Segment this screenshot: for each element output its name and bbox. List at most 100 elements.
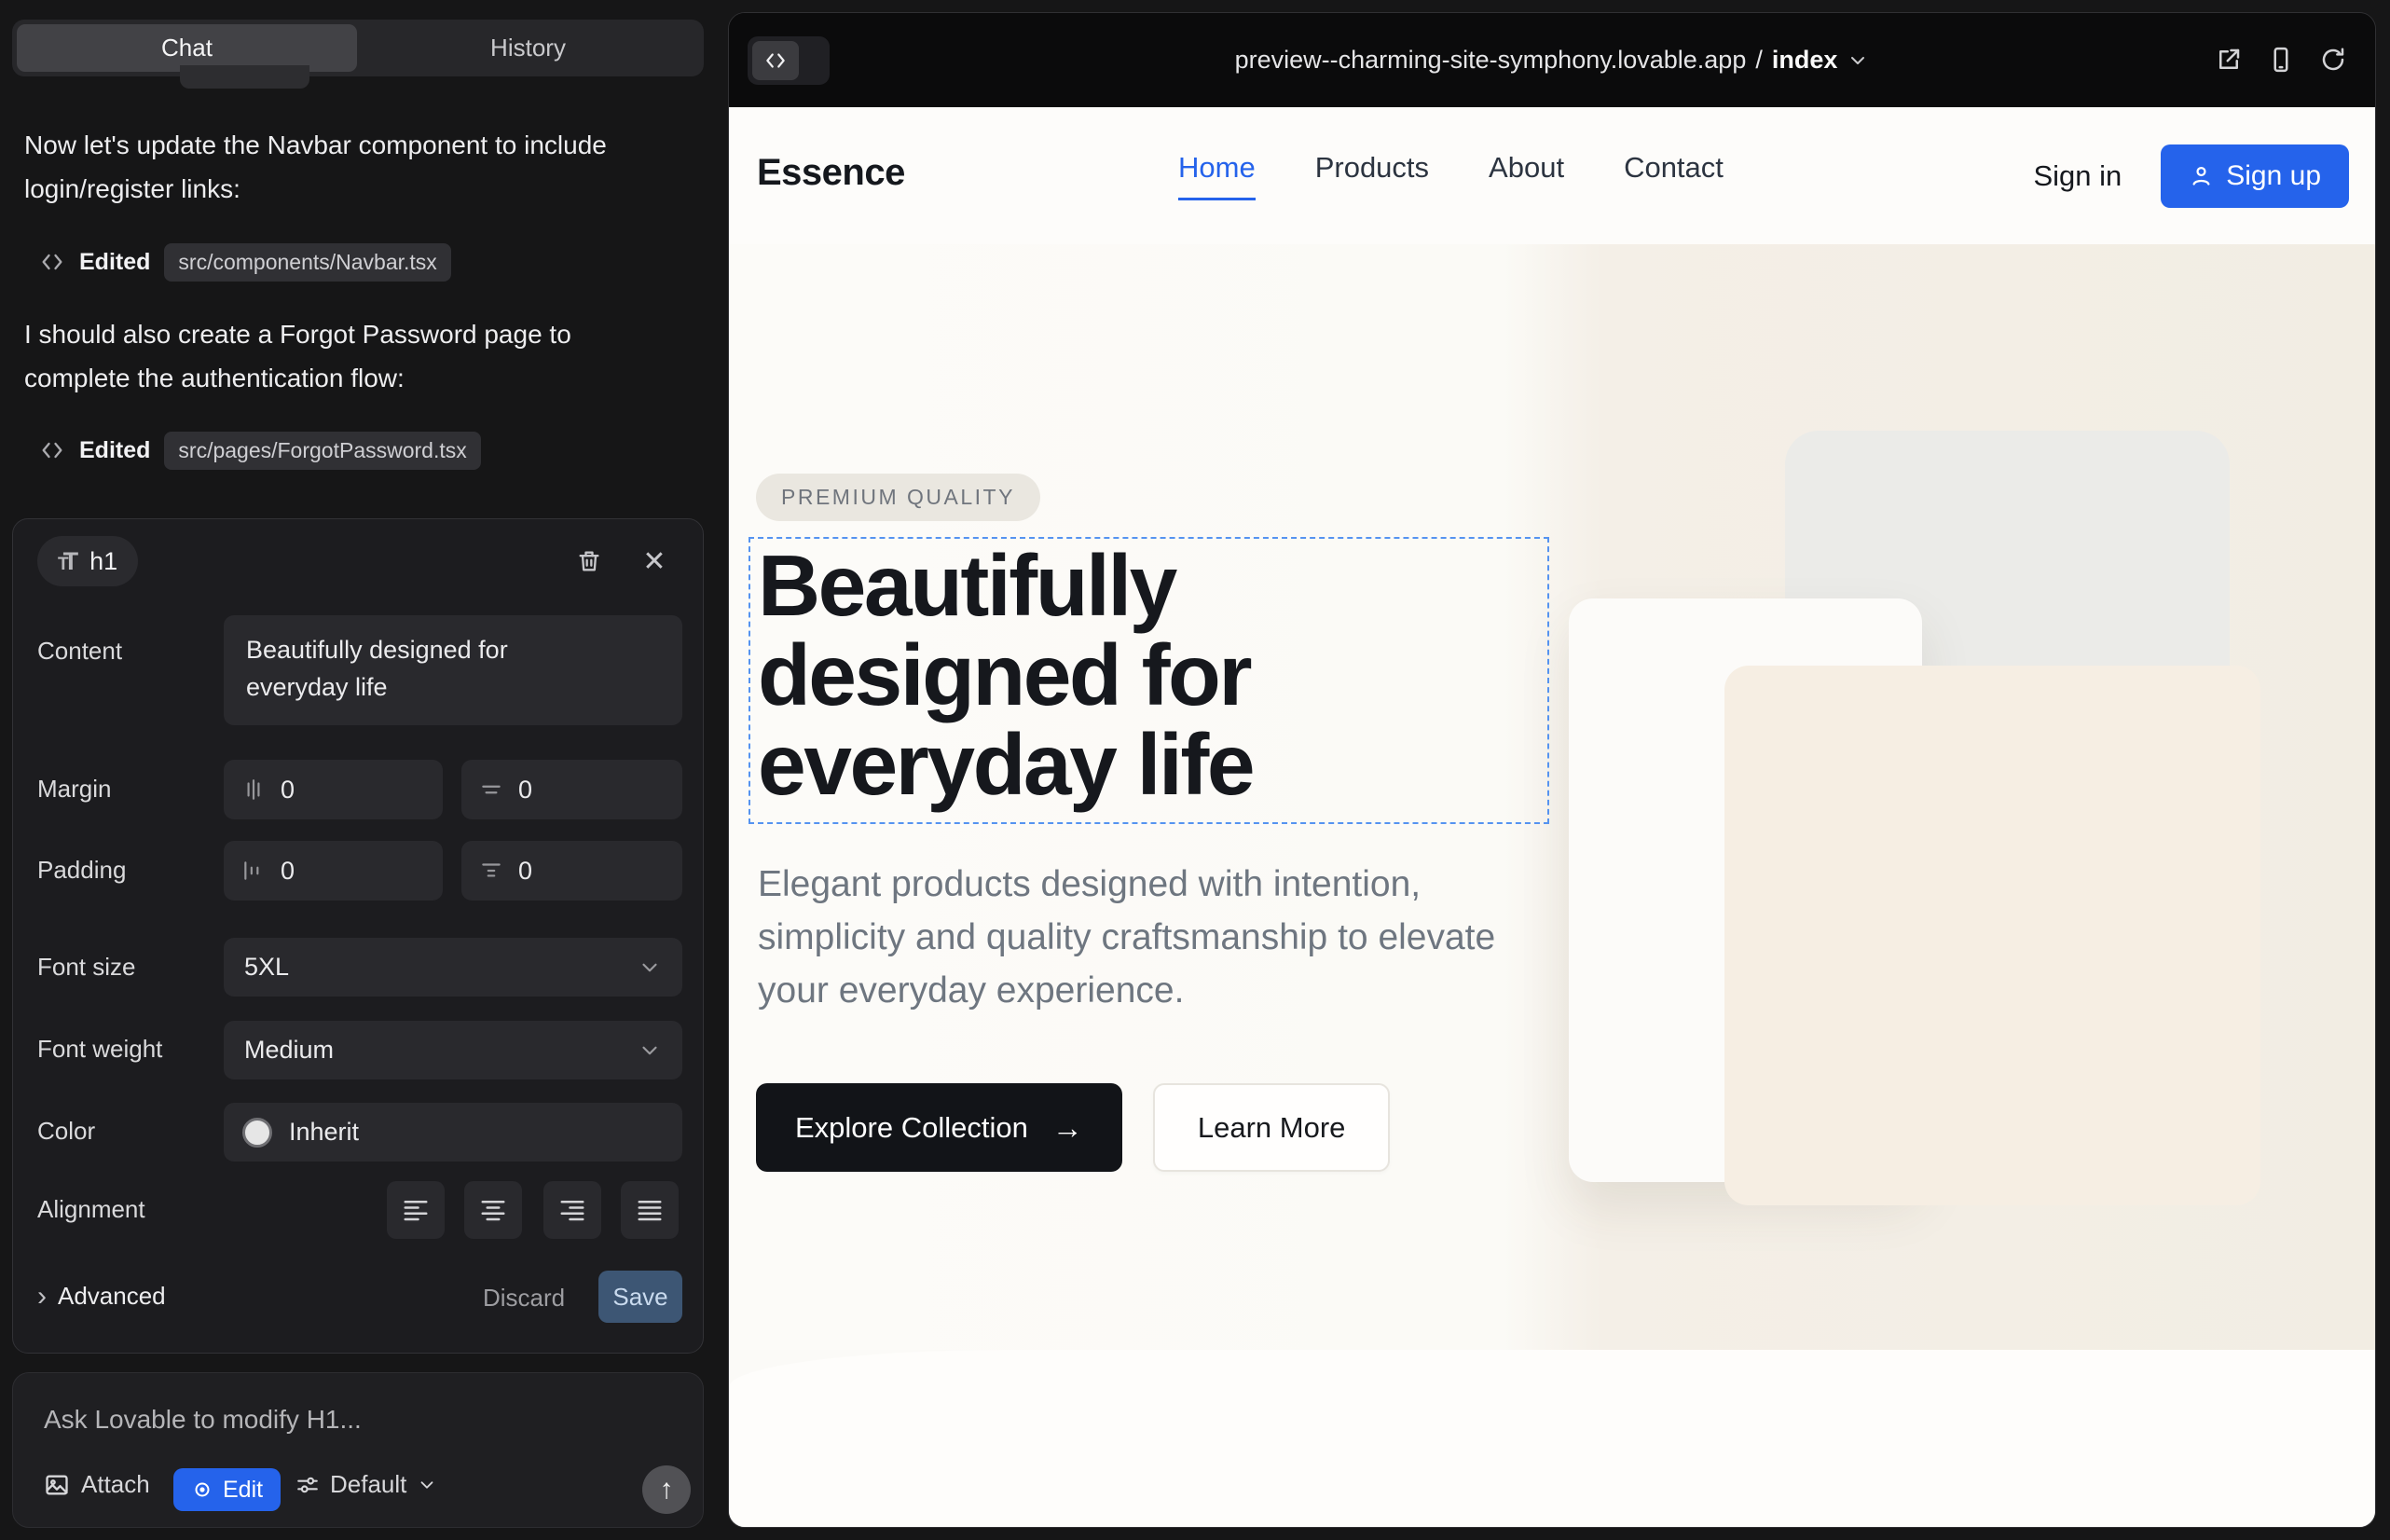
edited-file-row: Edited src/components/Navbar.tsx [39,241,451,283]
margin-vertical-value: 0 [518,776,532,804]
padding-vertical-value: 0 [518,857,532,886]
heading-line: Beautifully [758,541,1547,630]
save-button[interactable]: Save [598,1271,682,1323]
explore-label: Explore Collection [795,1111,1028,1145]
hero-heading[interactable]: Beautifully designed for everyday life [750,539,1547,809]
explore-collection-button[interactable]: Explore Collection → [756,1083,1122,1172]
nav-link-contact[interactable]: Contact [1624,151,1724,200]
advanced-label: Advanced [58,1282,166,1311]
content-label: Content [37,637,122,666]
premium-quality-badge: PREMIUM QUALITY [756,474,1040,521]
edited-label: Edited [79,437,150,464]
margin-label: Margin [37,775,111,804]
font-size-select[interactable]: 5XL [224,938,682,997]
code-icon [39,437,65,463]
prompt-composer: Ask Lovable to modify H1... Attach Edit … [12,1372,704,1528]
user-icon [2189,163,2214,188]
element-tag: h1 [89,547,117,576]
font-weight-select[interactable]: Medium [224,1021,682,1079]
element-inspector-panel: TT h1 ✕ Content Beautifully designed for… [12,518,704,1354]
delete-element-button[interactable] [569,541,610,582]
url-separator: / [1755,46,1763,75]
chevron-down-icon [638,1038,662,1063]
padding-vertical-icon [479,859,503,883]
site-navbar: Essence Home Products About Contact Sign… [729,107,2375,244]
margin-vertical-input[interactable]: 0 [461,760,682,819]
chevron-down-icon [1847,49,1869,72]
default-label: Default [330,1470,406,1499]
advanced-toggle[interactable]: › Advanced [37,1282,166,1311]
sign-up-button[interactable]: Sign up [2161,144,2349,208]
assistant-message: Now let's update the Navbar component to… [24,123,621,211]
discard-button[interactable]: Discard [483,1284,565,1313]
padding-horizontal-value: 0 [281,857,295,886]
browser-actions [2215,46,2347,74]
close-icon: ✕ [642,545,666,578]
font-weight-value: Medium [244,1036,334,1065]
url-bar[interactable]: preview--charming-site-symphony.lovable.… [729,13,2375,107]
scrolled-chip-fragment [180,65,309,89]
nav-auth: Sign in Sign up [2033,107,2349,244]
align-center-icon [479,1196,507,1224]
external-link-icon [2215,46,2243,74]
attach-image-icon [44,1472,70,1498]
edit-mode-button[interactable]: Edit [173,1468,281,1511]
margin-horizontal-input[interactable]: 0 [224,760,443,819]
nav-link-about[interactable]: About [1489,151,1564,200]
edit-target-icon [191,1478,213,1501]
code-icon [39,249,65,275]
margin-horizontal-value: 0 [281,776,295,804]
align-left-button[interactable] [387,1181,445,1239]
hero-bottom-band [729,1350,2375,1528]
refresh-button[interactable] [2319,46,2347,74]
content-input[interactable]: Beautifully designed for everyday life [224,615,682,725]
align-center-button[interactable] [464,1181,522,1239]
refresh-icon [2319,46,2347,74]
sliders-icon [295,1473,320,1497]
padding-label: Padding [37,856,126,885]
align-left-icon [402,1196,430,1224]
url-text: preview--charming-site-symphony.lovable.… [1235,46,1747,75]
padding-horizontal-input[interactable]: 0 [224,841,443,901]
chevron-down-icon [417,1475,437,1495]
send-button[interactable]: ↑ [642,1465,691,1514]
padding-vertical-input[interactable]: 0 [461,841,682,901]
file-chip[interactable]: src/components/Navbar.tsx [164,243,450,282]
mobile-preview-button[interactable] [2267,46,2295,74]
attach-button[interactable]: Attach [44,1470,150,1499]
font-weight-label: Font weight [37,1035,162,1064]
composer-input[interactable]: Ask Lovable to modify H1... [44,1405,362,1435]
close-inspector-button[interactable]: ✕ [634,541,675,582]
chevron-right-icon: › [37,1285,47,1309]
file-chip[interactable]: src/pages/ForgotPassword.tsx [164,432,480,470]
decorative-cream-card [1724,666,2260,1205]
arrow-right-icon: → [1052,1110,1083,1146]
learn-more-button[interactable]: Learn More [1153,1083,1391,1172]
site-brand[interactable]: Essence [757,152,905,194]
nav-links: Home Products About Contact [1178,107,1724,244]
nav-link-home[interactable]: Home [1178,151,1256,200]
smartphone-icon [2267,46,2295,74]
assistant-message: I should also create a Forgot Password p… [24,312,621,400]
font-size-label: Font size [37,953,136,982]
model-default-button[interactable]: Default [295,1470,437,1499]
hero-paragraph: Elegant products designed with intention… [758,858,1532,1017]
sign-in-button[interactable]: Sign in [2033,159,2122,193]
attach-label: Attach [81,1470,150,1499]
nav-link-products[interactable]: Products [1315,151,1429,200]
align-right-icon [558,1196,586,1224]
text-size-icon: TT [58,547,78,576]
padding-horizontal-icon [241,859,266,883]
align-right-button[interactable] [543,1181,601,1239]
preview-browser-window: preview--charming-site-symphony.lovable.… [728,12,2376,1528]
tab-history[interactable]: History [357,24,699,72]
app-root: Chat History Now let's update the Navbar… [0,0,2390,1540]
selected-element-pill: TT h1 [37,536,138,586]
element-selection-outline: Beautifully designed for everyday life [749,537,1549,824]
arrow-up-icon: ↑ [660,1474,674,1506]
chevron-down-icon [638,956,662,980]
margin-vertical-icon [479,777,503,802]
align-justify-button[interactable] [621,1181,679,1239]
open-external-button[interactable] [2215,46,2243,74]
color-select[interactable]: Inherit [224,1103,682,1162]
